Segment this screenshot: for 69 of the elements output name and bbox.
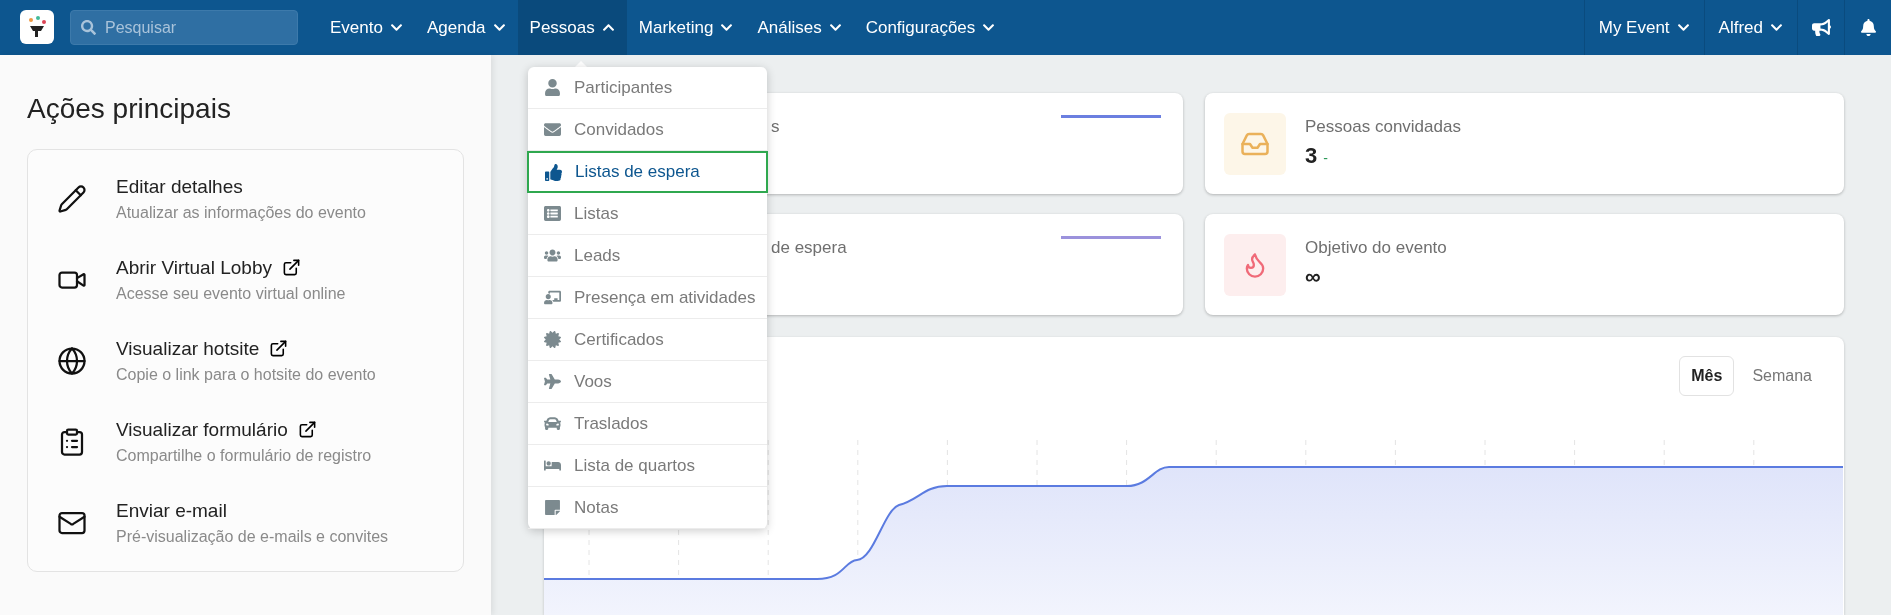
menu-item[interactable]: Leads — [528, 235, 767, 277]
nav-menu[interactable]: Análises — [745, 0, 854, 55]
chevron-up-icon — [601, 21, 615, 34]
stat-title: s — [771, 117, 780, 137]
stat-change: - — [1323, 150, 1328, 166]
menu-item[interactable]: Listas — [528, 193, 767, 235]
car-icon — [543, 415, 561, 432]
bell-icon — [1859, 19, 1877, 36]
presenter-icon — [543, 289, 561, 306]
chevron-down-icon — [492, 21, 506, 34]
chevron-down-icon — [1676, 21, 1690, 34]
action-description: Pré-visualização de e-mails e convites — [116, 527, 389, 546]
person-icon — [543, 79, 561, 96]
menu-item[interactable]: Traslados — [528, 403, 767, 445]
stat-value: 3 — [1305, 143, 1318, 169]
thumbs-up-icon — [544, 163, 562, 181]
action-description: Acesse seu evento virtual online — [116, 284, 346, 303]
menu-item[interactable]: Certificados — [528, 319, 767, 361]
nav-menu[interactable]: Pessoas — [517, 0, 627, 55]
nav-menu[interactable]: Evento — [318, 0, 415, 55]
action-link[interactable]: Visualizar formulário — [116, 418, 288, 441]
nav-menu[interactable]: Agenda — [414, 0, 518, 55]
nav-menu[interactable]: My Event — [1583, 0, 1704, 55]
globe-icon — [57, 345, 87, 376]
menu-item[interactable]: Listas de espera — [527, 151, 768, 193]
envelope-icon — [543, 121, 561, 138]
action-link[interactable]: Editar detalhes — [116, 175, 243, 198]
chevron-down-icon — [720, 21, 734, 34]
nav-menu[interactable]: Alfred — [1703, 0, 1797, 55]
nav-menu[interactable]: Marketing — [626, 0, 746, 55]
menu-item[interactable]: Participantes — [528, 67, 767, 109]
chevron-down-icon — [982, 21, 996, 34]
external-link-icon — [297, 420, 317, 439]
search-field[interactable]: Pesquisar — [70, 10, 298, 45]
megaphone-icon — [1811, 18, 1831, 37]
menu-item[interactable]: Convidados — [528, 109, 767, 151]
nav-menu[interactable]: Configurações — [853, 0, 1008, 55]
pencil-icon — [57, 183, 87, 214]
stat-value: ∞ — [1305, 264, 1321, 290]
sidebar-title: Ações principais — [27, 93, 232, 125]
search-icon — [81, 20, 96, 35]
stat-title: Objetivo do evento — [1305, 238, 1447, 258]
note-icon — [543, 499, 561, 516]
action-link[interactable]: Enviar e-mail — [116, 499, 227, 522]
chevron-down-icon — [828, 21, 842, 34]
external-link-icon — [281, 258, 301, 277]
stat-title: de espera — [771, 238, 847, 258]
chevron-down-icon — [1770, 21, 1783, 34]
badge-icon — [543, 331, 561, 348]
menu-item[interactable]: Lista de quartos — [528, 445, 767, 487]
period-toggle[interactable]: Mês — [1679, 356, 1735, 396]
flame-icon — [1224, 234, 1286, 296]
action-description: Compartilhe o formulário de registro — [116, 446, 372, 465]
list-icon — [543, 205, 561, 222]
menu-item[interactable]: Notas — [528, 487, 767, 529]
plane-icon — [543, 373, 561, 390]
action-description: Copie o link para o hotsite do evento — [116, 365, 376, 384]
menu-item[interactable]: Voos — [528, 361, 767, 403]
action-link[interactable]: Abrir Virtual Lobby — [116, 256, 272, 279]
menu-item[interactable]: Presença em atividades — [528, 277, 767, 319]
action-link[interactable]: Visualizar hotsite — [116, 337, 260, 360]
action-description: Atualizar as informações do evento — [116, 203, 366, 222]
external-link-icon — [269, 339, 289, 358]
chevron-down-icon — [389, 21, 403, 34]
stat-title: Pessoas convidadas — [1305, 117, 1461, 137]
inbox-icon — [1224, 113, 1286, 175]
group-icon — [543, 247, 561, 264]
bed-icon — [543, 457, 561, 474]
app-logo[interactable] — [20, 10, 54, 44]
